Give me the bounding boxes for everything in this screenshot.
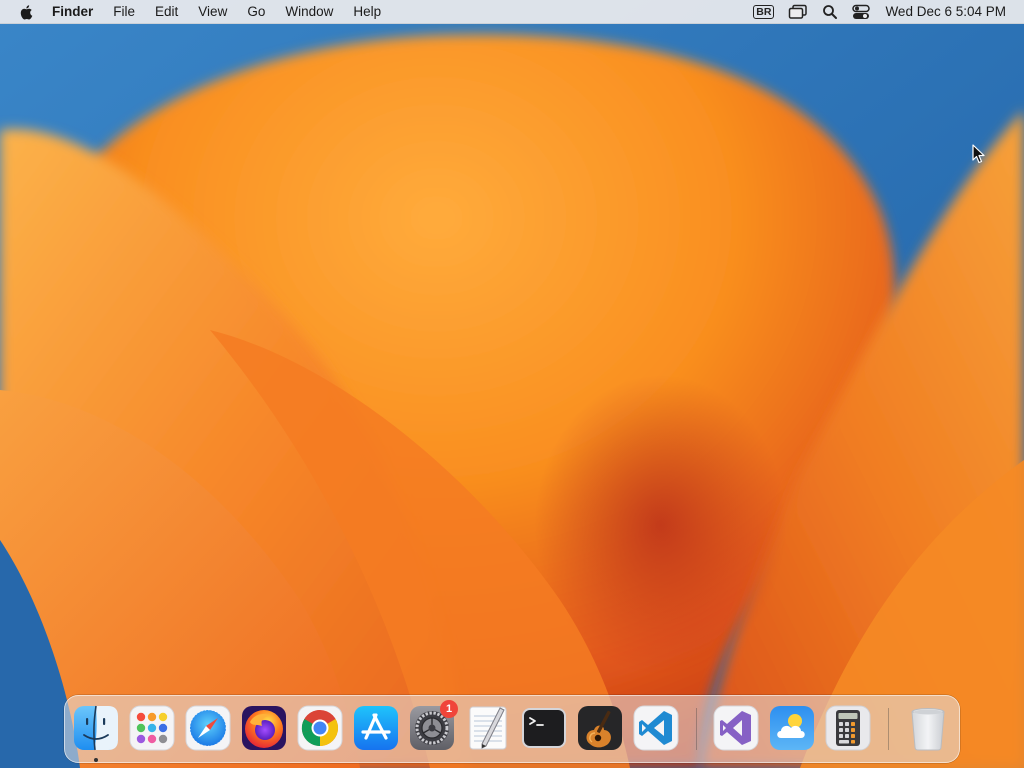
dock-calculator[interactable] xyxy=(824,704,872,752)
desktop-wallpaper xyxy=(0,0,1024,768)
spotlight-search-icon[interactable] xyxy=(822,4,838,20)
apple-menu-icon[interactable] xyxy=(18,3,36,21)
menu-bar-clock[interactable]: Wed Dec 6 5:04 PM xyxy=(885,4,1006,19)
input-source-menu[interactable]: BR xyxy=(753,4,775,19)
trash-icon xyxy=(911,708,945,751)
terminal-icon xyxy=(522,708,566,748)
app-store-icon xyxy=(354,706,398,750)
control-center-icon[interactable] xyxy=(852,4,871,20)
dock-textedit[interactable] xyxy=(464,704,512,752)
firefox-icon xyxy=(242,706,286,750)
finder-running-indicator xyxy=(94,758,98,762)
menu-bar: Finder File Edit View Go Window Help BR … xyxy=(0,0,1024,24)
menu-help[interactable]: Help xyxy=(343,0,391,24)
input-source-label: BR xyxy=(753,4,775,19)
dock-visual-studio[interactable] xyxy=(712,704,760,752)
menu-window[interactable]: Window xyxy=(275,0,343,24)
chrome-icon xyxy=(297,705,343,751)
menu-go[interactable]: Go xyxy=(237,0,275,24)
menu-file[interactable]: File xyxy=(103,0,145,24)
dock-chrome[interactable] xyxy=(296,704,344,752)
dock-separator xyxy=(696,708,697,750)
safari-icon xyxy=(185,705,231,751)
dock-finder[interactable] xyxy=(72,704,120,762)
mouse-cursor-icon xyxy=(972,144,985,164)
screen-mirroring-icon[interactable] xyxy=(788,4,808,20)
menu-view[interactable]: View xyxy=(188,0,237,24)
system-settings-badge: 1 xyxy=(440,700,458,718)
dock: 1 xyxy=(64,695,960,763)
app-menu-finder[interactable]: Finder xyxy=(44,0,103,24)
dock-trash[interactable] xyxy=(904,704,952,752)
garageband-icon xyxy=(578,706,622,750)
vscode-icon xyxy=(633,705,679,751)
calculator-icon xyxy=(825,705,871,751)
dock-separator xyxy=(888,708,889,750)
dock-launchpad[interactable] xyxy=(128,704,176,752)
menu-edit[interactable]: Edit xyxy=(145,0,188,24)
dock-weather[interactable] xyxy=(768,704,816,752)
visual-studio-icon xyxy=(713,705,759,751)
dock-garageband[interactable] xyxy=(576,704,624,752)
weather-icon xyxy=(770,706,814,750)
dock-system-settings[interactable]: 1 xyxy=(408,700,458,752)
finder-icon xyxy=(74,705,118,751)
textedit-icon xyxy=(469,706,507,750)
dock-app-store[interactable] xyxy=(352,704,400,752)
dock-firefox[interactable] xyxy=(240,704,288,752)
dock-terminal[interactable] xyxy=(520,704,568,752)
dock-safari[interactable] xyxy=(184,704,232,752)
dock-vscode[interactable] xyxy=(632,704,680,752)
launchpad-icon xyxy=(129,705,175,751)
